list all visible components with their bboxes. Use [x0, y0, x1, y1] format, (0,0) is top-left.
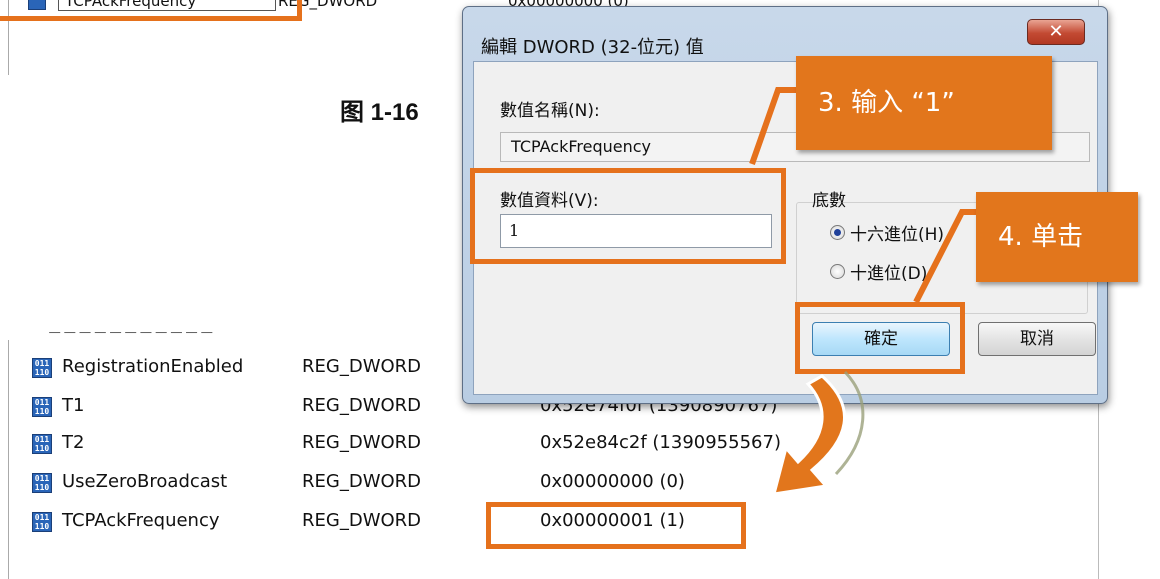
- callout-step4: 4. 单击: [976, 192, 1138, 282]
- curved-arrow-icon: [771, 374, 846, 496]
- callout-step3: 3. 输入 “1”: [796, 56, 1052, 150]
- connector-line-step3: [749, 87, 796, 165]
- connector-line-step4: [913, 209, 976, 304]
